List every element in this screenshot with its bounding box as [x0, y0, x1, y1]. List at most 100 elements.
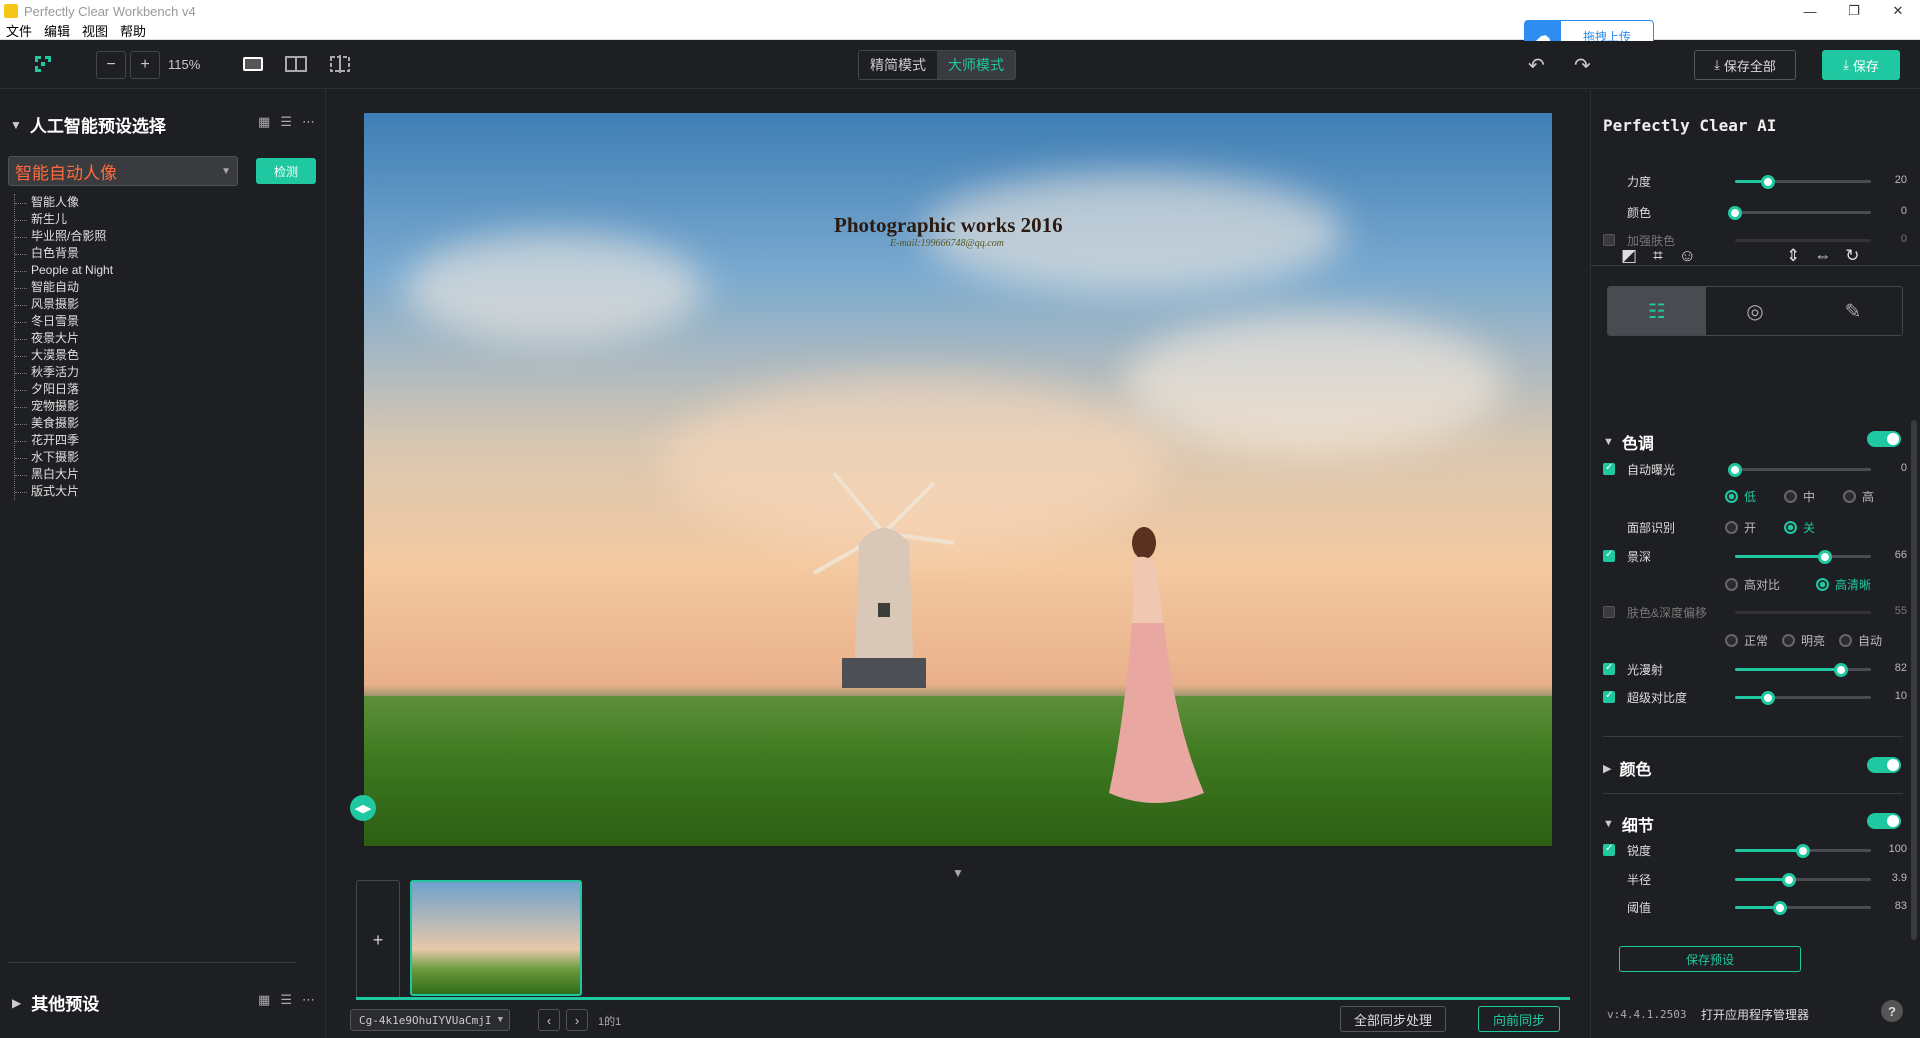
preset-tree-item[interactable]: 宠物摄影 — [15, 398, 113, 415]
mode-simple-tab[interactable]: 精简模式 — [859, 51, 937, 79]
list-view-icon[interactable]: ☰ — [280, 992, 292, 1008]
grid-view-icon[interactable]: ▦ — [258, 992, 270, 1008]
radio-auto[interactable]: 自动 — [1839, 632, 1882, 648]
super-contrast-slider[interactable] — [1735, 691, 1871, 705]
sharpness-slider[interactable] — [1735, 844, 1871, 858]
tab-retouch-icon[interactable]: ✎ — [1804, 287, 1902, 335]
preset-tree-item[interactable]: 白色背景 — [15, 245, 113, 262]
preset-tree-item[interactable]: People at Night — [15, 262, 113, 279]
image-thumbnail[interactable] — [410, 880, 582, 996]
filename-dropdown[interactable]: Cg-4k1e9OhuIYVUaCmjI ▼ — [350, 1009, 510, 1031]
preset-tree-item[interactable]: 新生儿 — [15, 211, 113, 228]
radio-bright[interactable]: 明亮 — [1782, 632, 1825, 648]
rotate-icon[interactable]: ↻ — [1845, 246, 1859, 266]
list-view-icon[interactable]: ☰ — [280, 114, 292, 130]
help-icon[interactable]: ? — [1881, 1000, 1903, 1022]
radius-slider[interactable] — [1735, 873, 1871, 887]
menu-view[interactable]: 视图 — [82, 21, 108, 40]
skin-depth-checkbox[interactable] — [1603, 606, 1615, 618]
preset-tree-item[interactable]: 智能人像 — [15, 194, 113, 211]
ai-preset-header[interactable]: ▼ 人工智能预设选择 — [10, 112, 166, 137]
add-image-button[interactable]: + — [356, 880, 400, 1000]
preset-tree-item[interactable]: 冬日雪景 — [15, 313, 113, 330]
preset-tree-item[interactable]: 黑白大片 — [15, 466, 113, 483]
menu-edit[interactable]: 编辑 — [44, 21, 70, 40]
open-app-manager-link[interactable]: 打开应用程序管理器 — [1701, 1006, 1809, 1023]
radio-mid[interactable]: 中 — [1784, 488, 1815, 504]
slider-knob[interactable] — [1772, 901, 1787, 915]
slider-knob[interactable] — [1817, 550, 1832, 564]
enhance-skin-slider[interactable] — [1735, 239, 1871, 242]
tab-adjustments-icon[interactable]: ☷ — [1608, 287, 1706, 335]
panel-scrollbar[interactable] — [1911, 420, 1917, 940]
enhance-skin-checkbox[interactable] — [1603, 234, 1615, 246]
depth-slider[interactable] — [1735, 550, 1871, 564]
restore-button[interactable]: ❐ — [1832, 0, 1876, 22]
preset-tree-item[interactable]: 水下摄影 — [15, 449, 113, 466]
redo-icon[interactable]: ↷ — [1574, 53, 1591, 78]
menu-file[interactable]: 文件 — [6, 21, 32, 40]
color-strength-slider[interactable] — [1728, 206, 1871, 220]
preset-tree-item[interactable]: 美食摄影 — [15, 415, 113, 432]
split-view-button[interactable] — [283, 53, 309, 75]
radio-high-contrast[interactable]: 高对比 — [1725, 576, 1780, 592]
zoom-in-button[interactable]: + — [130, 51, 160, 79]
minimize-button[interactable]: — — [1788, 0, 1832, 22]
strength-slider[interactable] — [1735, 175, 1871, 189]
preset-tree-item[interactable]: 花开四季 — [15, 432, 113, 449]
preset-tree-item[interactable]: 夜景大片 — [15, 330, 113, 347]
more-icon[interactable]: ⋯ — [302, 992, 315, 1008]
auto-exposure-checkbox[interactable] — [1603, 462, 1615, 475]
preset-tree-item[interactable]: 风景摄影 — [15, 296, 113, 313]
mode-master-tab[interactable]: 大师模式 — [937, 51, 1015, 79]
color-section-header[interactable]: ▶ 颜色 — [1603, 756, 1651, 780]
curves-icon[interactable]: ◩ — [1621, 246, 1637, 266]
sync-all-button[interactable]: 全部同步处理 — [1340, 1006, 1446, 1032]
slider-knob[interactable] — [1760, 691, 1775, 705]
crop-icon[interactable]: ⌗ — [1653, 246, 1663, 266]
close-button[interactable]: ✕ — [1876, 0, 1920, 22]
radio-high-clarity[interactable]: 高清晰 — [1816, 576, 1871, 592]
radio-low[interactable]: 低 — [1725, 488, 1756, 504]
grid-view-icon[interactable]: ▦ — [258, 114, 270, 130]
light-diffusion-checkbox[interactable] — [1603, 662, 1615, 675]
detail-section-header[interactable]: ▼ 细节 — [1603, 812, 1654, 836]
save-all-button[interactable]: ⤓ 保存全部 — [1694, 50, 1796, 80]
slider-knob[interactable] — [1782, 873, 1797, 887]
more-icon[interactable]: ⋯ — [302, 114, 315, 130]
preset-tree-item[interactable]: 智能自动 — [15, 279, 113, 296]
slider-knob[interactable] — [1728, 463, 1742, 477]
radio-normal[interactable]: 正常 — [1725, 632, 1768, 648]
preset-tree-item[interactable]: 版式大片 — [15, 483, 113, 500]
tone-section-header[interactable]: ▼ 色调 — [1603, 430, 1654, 454]
depth-checkbox[interactable] — [1603, 549, 1615, 562]
filmstrip-toggle-icon[interactable]: ▼ — [952, 866, 964, 880]
sharpness-checkbox[interactable] — [1603, 843, 1615, 856]
save-preset-button[interactable]: 保存预设 — [1619, 946, 1801, 972]
radio-face-on[interactable]: 开 — [1725, 519, 1756, 535]
preset-tree-item[interactable]: 毕业照/合影照 — [15, 228, 113, 245]
slider-knob[interactable] — [1834, 663, 1849, 677]
menu-help[interactable]: 帮助 — [120, 21, 146, 40]
radio-high[interactable]: 高 — [1843, 488, 1874, 504]
compare-view-button[interactable] — [327, 53, 353, 75]
preset-tree-item[interactable]: 秋季活力 — [15, 364, 113, 381]
super-contrast-checkbox[interactable] — [1603, 690, 1615, 703]
threshold-slider[interactable] — [1735, 901, 1871, 915]
flip-vertical-icon[interactable]: ⇕ — [1786, 246, 1800, 266]
auto-exposure-slider[interactable] — [1728, 463, 1871, 477]
detail-toggle[interactable] — [1867, 813, 1901, 829]
color-toggle[interactable] — [1867, 757, 1901, 773]
flip-horizontal-icon[interactable]: ⇔ — [1814, 246, 1831, 266]
single-view-button[interactable] — [240, 53, 266, 75]
preset-tree-item[interactable]: 夕阳日落 — [15, 381, 113, 398]
skin-depth-slider[interactable] — [1735, 611, 1871, 614]
slider-knob[interactable] — [1760, 175, 1775, 189]
undo-icon[interactable]: ↶ — [1528, 53, 1545, 78]
slider-knob[interactable] — [1728, 206, 1742, 220]
preset-dropdown[interactable]: 智能自动人像 ▼ — [8, 156, 238, 186]
save-button[interactable]: ⤓ 保存 — [1822, 50, 1900, 80]
prev-image-button[interactable]: ‹ — [538, 1009, 560, 1031]
light-diffusion-slider[interactable] — [1735, 663, 1871, 677]
tab-creative-icon[interactable]: ◎ — [1706, 287, 1804, 335]
